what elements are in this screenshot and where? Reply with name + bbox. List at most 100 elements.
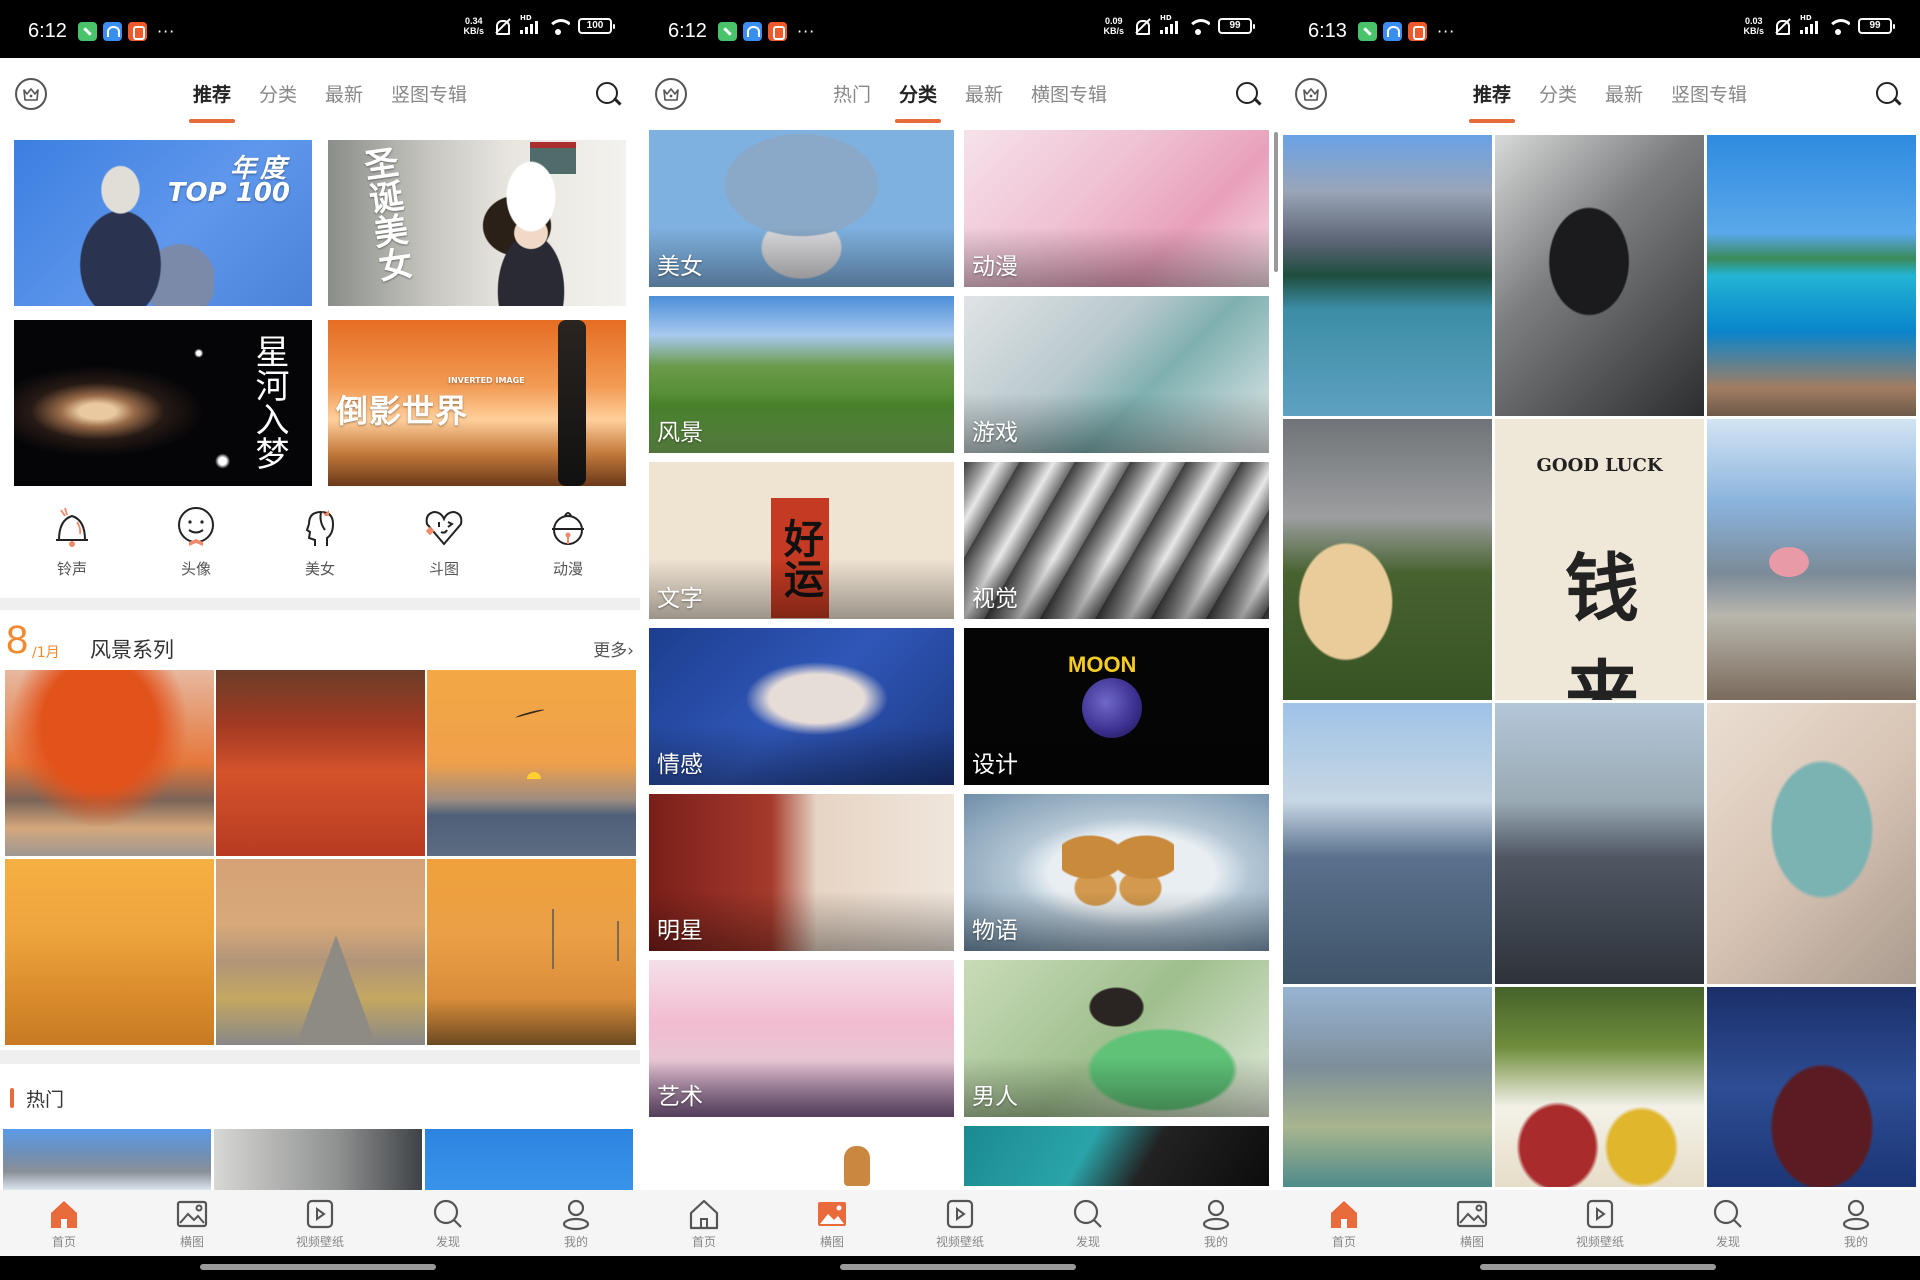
nav-video-wallpaper[interactable]: 视频壁纸 bbox=[1550, 1197, 1650, 1250]
search-icon[interactable] bbox=[1874, 80, 1902, 108]
series-header: 8 /1月 风景系列 更多› bbox=[6, 620, 634, 662]
tab-category[interactable]: 分类 bbox=[899, 74, 937, 113]
tab-latest[interactable]: 最新 bbox=[965, 74, 1003, 113]
nav-landscape[interactable]: 横图 bbox=[1422, 1197, 1522, 1250]
scenery-thumbnail[interactable] bbox=[216, 859, 425, 1045]
category-card-visual[interactable]: 视觉 bbox=[964, 462, 1269, 619]
smiley-icon bbox=[178, 507, 214, 546]
scenery-thumbnail[interactable] bbox=[216, 670, 425, 856]
home-indicator[interactable] bbox=[200, 1264, 436, 1270]
scenery-thumbnail[interactable] bbox=[5, 859, 214, 1045]
category-card-emotion[interactable]: 情感 bbox=[649, 628, 954, 785]
nav-profile[interactable]: 我的 bbox=[1806, 1197, 1906, 1250]
nav-discover[interactable]: 发现 bbox=[398, 1197, 498, 1250]
wallpaper-thumbnail[interactable] bbox=[1283, 135, 1492, 416]
category-card-art[interactable]: 艺术 bbox=[649, 960, 954, 1117]
nav-landscape[interactable]: 横图 bbox=[142, 1197, 242, 1250]
nav-video-wallpaper[interactable]: 视频壁纸 bbox=[910, 1197, 1010, 1250]
tab-latest[interactable]: 最新 bbox=[1605, 74, 1643, 113]
search-icon[interactable] bbox=[1234, 80, 1262, 108]
wallpaper-thumbnail[interactable] bbox=[1707, 135, 1916, 416]
nav-discover[interactable]: 发现 bbox=[1038, 1197, 1138, 1250]
more-link[interactable]: 更多› bbox=[593, 636, 634, 661]
wallpaper-thumbnail[interactable] bbox=[1707, 987, 1916, 1187]
browser-app-icon bbox=[103, 22, 122, 41]
status-time: 6:12 bbox=[28, 20, 67, 42]
top-tab-bar: 推荐 分类 最新 竖图专辑 bbox=[1280, 58, 1920, 128]
tab-category[interactable]: 分类 bbox=[1539, 74, 1577, 113]
nav-home[interactable]: 首页 bbox=[14, 1197, 114, 1250]
tab-portrait-albums[interactable]: 竖图专辑 bbox=[1671, 74, 1747, 113]
status-bar: 6:12 ··· 0.34 KB/s HD 100 bbox=[0, 0, 640, 58]
wallpaper-thumbnail[interactable] bbox=[1495, 703, 1704, 984]
network-speed: 0.03 KB/s bbox=[1743, 16, 1764, 36]
scenery-thumbnail[interactable] bbox=[427, 859, 636, 1045]
nav-video-wallpaper[interactable]: 视频壁纸 bbox=[270, 1197, 370, 1250]
category-card-men[interactable]: 男人 bbox=[964, 960, 1269, 1117]
banner-reflection[interactable]: INVERTED IMAGE 倒影世界 bbox=[328, 320, 626, 486]
quick-link-anime[interactable]: 动漫 bbox=[518, 502, 618, 592]
banner-annual-top100[interactable]: 年度 TOP 100 bbox=[14, 140, 312, 306]
nav-profile[interactable]: 我的 bbox=[1166, 1197, 1266, 1250]
nav-label: 视频壁纸 bbox=[1575, 1234, 1624, 1249]
quick-link-ringtone[interactable]: 铃声 bbox=[22, 502, 122, 592]
category-card-beauty[interactable]: 美女 bbox=[649, 130, 954, 287]
nav-profile[interactable]: 我的 bbox=[526, 1197, 626, 1250]
hot-thumbnail[interactable] bbox=[3, 1129, 211, 1190]
battery-indicator: 99 bbox=[1858, 18, 1895, 34]
wallpaper-thumbnail[interactable] bbox=[1283, 419, 1492, 700]
category-card-anime[interactable]: 动漫 bbox=[964, 130, 1269, 287]
scenery-thumbnail[interactable] bbox=[427, 670, 636, 856]
scrollbar[interactable] bbox=[1274, 132, 1278, 272]
screen-recommend-grid: 6:13 ··· 0.03 KB/s HD 99 推荐 分类 最新 竖图专辑 G… bbox=[1280, 0, 1920, 1280]
nav-label: 我的 bbox=[563, 1234, 588, 1249]
cell-signal-icon: HD bbox=[1800, 14, 1818, 34]
scenery-thumbnail[interactable] bbox=[5, 670, 214, 856]
home-indicator[interactable] bbox=[840, 1264, 1076, 1270]
wallpaper-thumbnail[interactable] bbox=[1495, 987, 1704, 1187]
wallpaper-thumbnail[interactable] bbox=[1495, 135, 1704, 416]
tab-recommend[interactable]: 推荐 bbox=[193, 74, 231, 113]
tab-portrait-albums[interactable]: 竖图专辑 bbox=[391, 74, 467, 113]
category-card-text[interactable]: 好运 文字 bbox=[649, 462, 954, 619]
quick-link-beauty[interactable]: 美女 bbox=[270, 502, 370, 592]
grid-app-icon bbox=[1408, 22, 1427, 41]
category-card-partial[interactable] bbox=[649, 1126, 954, 1186]
nav-label: 视频壁纸 bbox=[295, 1234, 344, 1249]
wallpaper-thumbnail[interactable]: GOOD LUCK 钱来 bbox=[1495, 419, 1704, 700]
tab-landscape-albums[interactable]: 横图专辑 bbox=[1031, 74, 1107, 113]
nav-label: 发现 bbox=[435, 1234, 460, 1249]
status-indicators: 0.09 KB/s HD 99 bbox=[1103, 14, 1255, 36]
category-card-design[interactable]: MOON 设计 bbox=[964, 628, 1269, 785]
tab-hot[interactable]: 热门 bbox=[833, 74, 871, 113]
wallpaper-thumbnail[interactable] bbox=[1707, 703, 1916, 984]
nav-landscape[interactable]: 横图 bbox=[782, 1197, 882, 1250]
hot-thumbnail[interactable] bbox=[214, 1129, 422, 1190]
nav-label: 横图 bbox=[819, 1234, 844, 1249]
tab-latest[interactable]: 最新 bbox=[325, 74, 363, 113]
category-card-scenery[interactable]: 风景 bbox=[649, 296, 954, 453]
category-card-celebrity[interactable]: 明星 bbox=[649, 794, 954, 951]
banner-galaxy[interactable]: 星河入梦 bbox=[14, 320, 312, 486]
search-icon[interactable] bbox=[594, 80, 622, 108]
quick-link-meme[interactable]: 斗图 bbox=[394, 502, 494, 592]
wallpaper-thumbnail[interactable] bbox=[1283, 703, 1492, 984]
category-card-partial[interactable] bbox=[964, 1126, 1269, 1186]
quick-link-avatar[interactable]: 头像 bbox=[146, 502, 246, 592]
nav-home[interactable]: 首页 bbox=[654, 1197, 754, 1250]
series-month: /1月 bbox=[32, 645, 60, 661]
banner-christmas[interactable]: 圣诞美女 bbox=[328, 140, 626, 306]
status-bar: 6:13 ··· 0.03 KB/s HD 99 bbox=[1280, 0, 1920, 58]
nav-discover[interactable]: 发现 bbox=[1678, 1197, 1778, 1250]
category-card-story[interactable]: 物语 bbox=[964, 794, 1269, 951]
hot-thumbnail[interactable] bbox=[425, 1129, 633, 1190]
tab-category[interactable]: 分类 bbox=[259, 74, 297, 113]
wallpaper-thumbnail[interactable] bbox=[1707, 419, 1916, 700]
tab-recommend[interactable]: 推荐 bbox=[1473, 74, 1511, 113]
banner-subtitle: TOP 100 bbox=[167, 178, 290, 208]
home-icon bbox=[51, 1200, 77, 1228]
wallpaper-thumbnail[interactable] bbox=[1283, 987, 1492, 1187]
home-indicator[interactable] bbox=[1480, 1264, 1716, 1270]
category-card-game[interactable]: 游戏 bbox=[964, 296, 1269, 453]
nav-home[interactable]: 首页 bbox=[1294, 1197, 1394, 1250]
